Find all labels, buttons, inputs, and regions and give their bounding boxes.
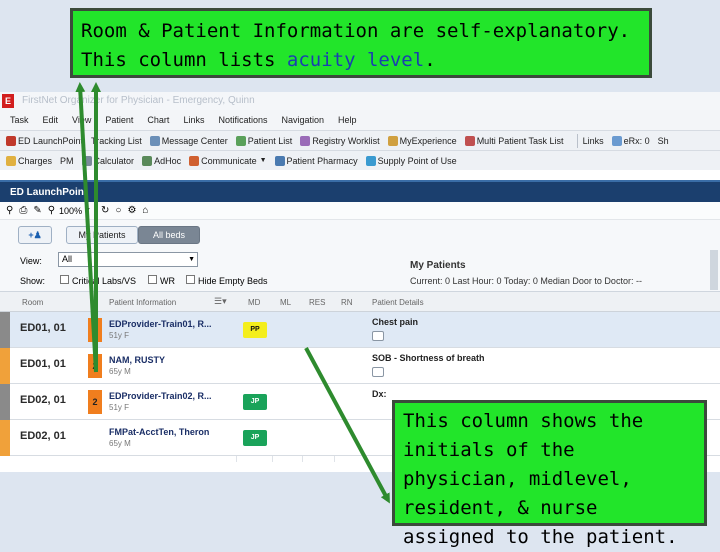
arrow-to-md-column	[304, 347, 390, 504]
callout-arrows	[75, 82, 390, 504]
arrow-to-room	[75, 82, 98, 373]
